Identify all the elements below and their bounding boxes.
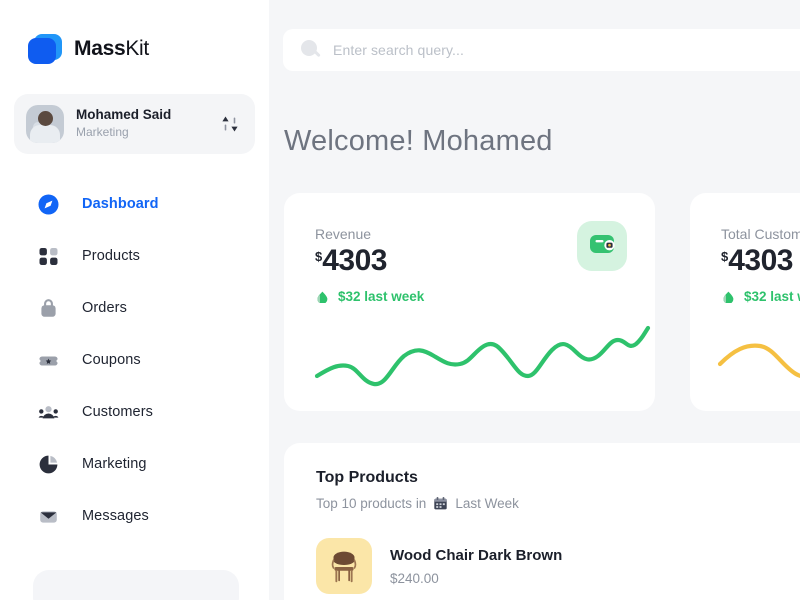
stat-number: 4303 [322,244,387,277]
compass-icon [37,193,60,216]
sidebar-item-marketing[interactable]: Marketing [0,438,269,490]
product-price: $240.00 [390,570,439,586]
brand-logo[interactable]: MassKit [0,0,269,70]
sidebar-item-label: Dashboard [82,196,159,212]
product-name: Wood Chair Dark Brown [390,547,563,565]
revenue-sparkline [314,325,651,387]
stat-label: Total Customers [721,226,800,242]
stat-badge [577,221,627,271]
sidebar-item-label: Marketing [82,456,147,472]
grid-squares-icon [37,245,60,268]
stat-number: 4303 [728,244,793,277]
stat-value: $ 4303 [315,245,387,277]
sidebar-item-label: Customers [82,404,153,420]
stat-label: Revenue [315,226,372,242]
profile-role: Marketing [76,125,129,140]
search-icon [301,40,321,60]
sort-updown-icon[interactable] [219,113,241,135]
section-subtitle: Top 10 products in Last Week [316,496,519,511]
sidebar-item-coupons[interactable]: Coupons [0,334,269,386]
bag-icon [37,297,60,320]
stat-card-revenue[interactable]: Revenue $ 4303 $32 last week [284,193,655,411]
product-info: Wood Chair Dark Brown $240.00 [390,546,800,586]
currency-symbol: $ [721,249,729,264]
profile-card[interactable]: Mohamed Said Marketing [14,94,255,154]
sidebar-bottom-card[interactable] [33,570,239,600]
sidebar-item-label: Orders [82,300,127,316]
section-title: Top Products [316,469,418,486]
search-bar[interactable]: Enter search query... [283,29,800,71]
currency-symbol: $ [315,249,323,264]
top-products-card: Top Products Top 10 products in Last Wee… [284,443,800,600]
profile-text: Mohamed Said Marketing [76,107,207,140]
brand-name-bold: Mass [74,37,126,60]
envelope-icon [37,505,60,528]
sidebar-item-label: Coupons [82,352,141,368]
wallet-icon [588,231,616,262]
calendar-icon [433,496,448,511]
sidebar-item-products[interactable]: Products [0,230,269,282]
sidebar-item-messages[interactable]: Messages [0,490,269,542]
sidebar: MassKit Mohamed Said Marketing Dashboard… [0,0,269,600]
sidebar-item-label: Messages [82,508,149,524]
sidebar-item-label: Products [82,248,141,264]
subtitle-prefix: Top 10 products in [316,496,427,511]
sidebar-item-dashboard[interactable]: Dashboard [0,178,269,230]
brand-name: MassKit [74,37,149,61]
sidebar-item-customers[interactable]: Customers [0,386,269,438]
stat-card-total-customers[interactable]: Total Customers $ 4303 $32 last week [690,193,800,411]
page-title: Welcome! Mohamed [284,125,553,157]
ticket-star-icon [37,349,60,372]
dashboard-app: MassKit Mohamed Said Marketing Dashboard… [0,0,800,600]
period-label: Last Week [455,496,519,511]
pie-chart-icon [37,453,60,476]
profile-name: Mohamed Said [76,107,172,123]
customers-sparkline [717,343,800,378]
sidebar-nav: Dashboard Products Orders Coupons Custom… [0,178,269,542]
wood-chair-image [316,538,372,594]
brand-name-light: Kit [125,37,149,60]
sidebar-item-orders[interactable]: Orders [0,282,269,334]
table-row[interactable]: Wood Chair Dark Brown $240.00 $216000.00… [316,538,800,594]
main-content: Enter search query... Welcome! Mohamed R… [269,0,800,600]
avatar [26,105,64,143]
search-input[interactable]: Enter search query... [333,42,464,58]
masskit-logo-icon [26,32,64,66]
stat-cards-row: Revenue $ 4303 $32 last week Total Custo… [284,193,800,411]
stat-value: $ 4303 [721,245,793,277]
users-group-icon [37,401,60,424]
